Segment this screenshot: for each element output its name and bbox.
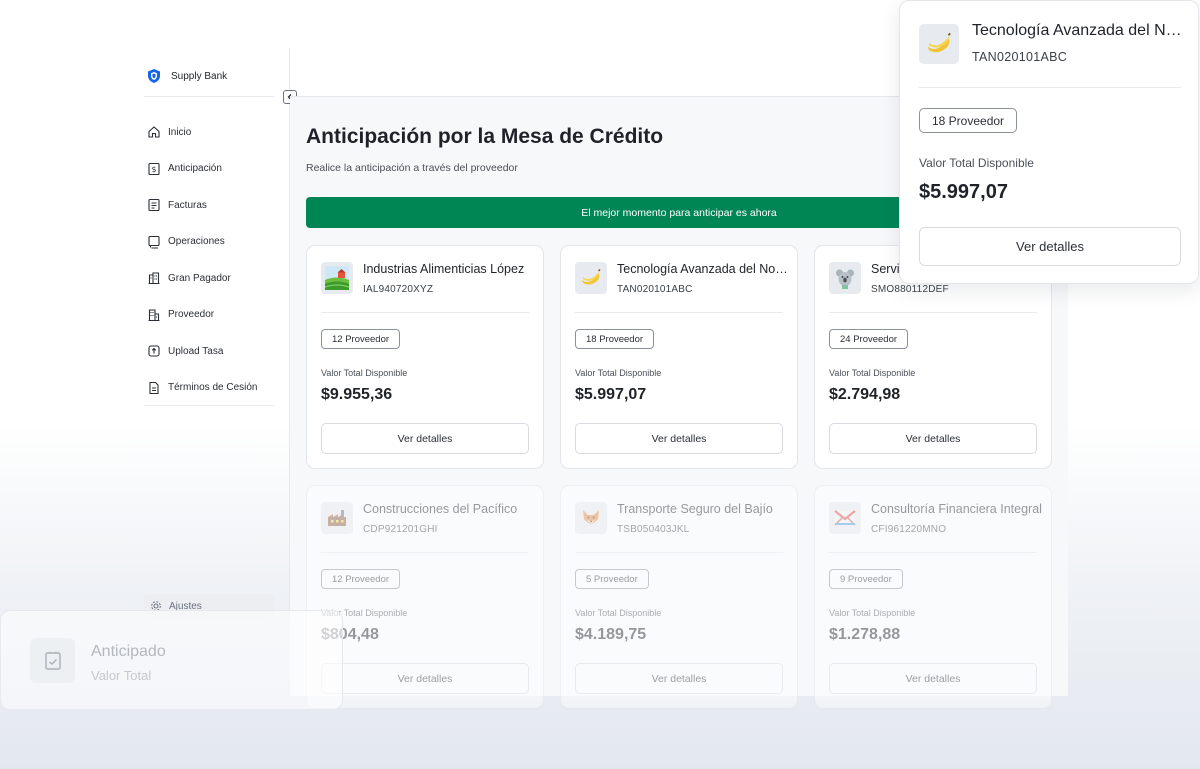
supplier-card[interactable]: Tecnología Avanzada del Norte TAN020101A…	[560, 245, 798, 469]
building-icon	[147, 271, 161, 285]
sidebar-item-anticipacion[interactable]: $ Anticipación	[147, 151, 277, 188]
card-divider	[321, 552, 529, 553]
sidebar-item-gran-pagador[interactable]: Gran Pagador	[147, 260, 277, 297]
sidebar-item-inicio[interactable]: Inicio	[147, 114, 277, 151]
popover-supplier-code: TAN020101ABC	[972, 50, 1068, 64]
banana-icon	[919, 24, 959, 64]
sidebar-item-label: Inicio	[168, 126, 192, 138]
sidebar-divider	[144, 405, 274, 406]
sidebar-item-label: Facturas	[168, 199, 207, 211]
dollar-document-icon: $	[147, 162, 161, 176]
supplier-count-badge: 12 Proveedor	[321, 329, 401, 349]
card-supplier-name: Transporte Seguro del Bajío	[617, 502, 773, 516]
supplier-count-badge: 12 Proveedor	[321, 569, 401, 589]
card-total-value: $9.955,36	[321, 386, 393, 403]
sidebar-item-label: Gran Pagador	[168, 272, 231, 284]
supplier-count-badge: 5 Proveedor	[575, 569, 649, 589]
sidebar: Supply Bank Inicio $ Anticipación Factur…	[144, 48, 290, 628]
card-supplier-code: CFI961220MNO	[871, 524, 947, 535]
supplier-card[interactable]: Industrias Alimenticias López IAL940720X…	[306, 245, 544, 469]
summary-title: Anticipado	[91, 643, 166, 660]
card-supplier-code: TSB050403JKL	[617, 524, 690, 535]
card-divider	[829, 312, 1037, 313]
card-value-label: Valor Total Disponible	[575, 608, 662, 618]
supplier-count-badge: 9 Proveedor	[829, 569, 903, 589]
sidebar-item-facturas[interactable]: Facturas	[147, 187, 277, 224]
operations-icon	[147, 235, 161, 249]
farm-icon	[321, 262, 353, 294]
view-details-button[interactable]: Ver detalles	[321, 423, 529, 454]
card-total-value: $5.997,07	[575, 386, 647, 403]
card-value-label: Valor Total Disponible	[829, 608, 916, 618]
card-supplier-code: IAL940720XYZ	[363, 284, 434, 295]
card-value-label: Valor Total Disponible	[575, 368, 662, 378]
card-total-value: $4.189,75	[575, 626, 647, 643]
popover-supplier-name: Tecnología Avanzada del Norte	[972, 22, 1182, 39]
card-supplier-name: Industrias Alimenticias López	[363, 262, 525, 276]
popover-divider	[919, 87, 1181, 88]
sidebar-item-label: Términos de Cesión	[168, 382, 258, 394]
card-supplier-name: Tecnología Avanzada del Norte	[617, 262, 789, 276]
anticipated-summary-card: Anticipado Valor Total	[0, 610, 343, 710]
card-divider	[575, 312, 783, 313]
invoice-icon	[147, 198, 161, 212]
sidebar-item-operaciones[interactable]: Operaciones	[147, 224, 277, 261]
card-divider	[321, 312, 529, 313]
card-supplier-code: TAN020101ABC	[617, 284, 693, 295]
home-icon	[147, 125, 161, 139]
envelope-icon	[829, 502, 861, 534]
supplier-card[interactable]: Transporte Seguro del Bajío TSB050403JKL…	[560, 485, 798, 709]
shield-logo-icon	[148, 69, 160, 83]
supplier-count-badge: 24 Proveedor	[829, 329, 909, 349]
svg-text:$: $	[152, 165, 157, 174]
popover-view-details-button[interactable]: Ver detalles	[919, 227, 1181, 266]
card-value-label: Valor Total Disponible	[829, 368, 916, 378]
fox-icon	[575, 502, 607, 534]
summary-subtitle: Valor Total	[91, 668, 152, 683]
card-total-value: $1.278,88	[829, 626, 901, 643]
sidebar-item-upload-tasa[interactable]: Upload Tasa	[147, 333, 277, 370]
upload-rate-icon	[147, 344, 161, 358]
card-value-label: Valor Total Disponible	[321, 368, 408, 378]
popover-value-label: Valor Total Disponible	[919, 156, 1034, 170]
sidebar-item-label: Proveedor	[168, 309, 215, 321]
popover-supplier-count-badge: 18 Proveedor	[919, 108, 1018, 133]
card-divider	[575, 552, 783, 553]
supplier-card[interactable]: Consultoría Financiera Integral CFI96122…	[814, 485, 1052, 709]
card-total-value: $2.794,98	[829, 386, 901, 403]
supplier-building-icon	[147, 308, 161, 322]
terms-document-icon	[147, 381, 161, 395]
card-supplier-name: Consultoría Financiera Integral	[871, 502, 1042, 516]
supplier-detail-popover[interactable]: Tecnología Avanzada del Norte TAN020101A…	[899, 0, 1199, 284]
banana-icon	[575, 262, 607, 294]
page-title: Anticipación por la Mesa de Crédito	[306, 125, 664, 148]
sidebar-item-terminos[interactable]: Términos de Cesión	[147, 370, 277, 407]
view-details-button[interactable]: Ver detalles	[575, 423, 783, 454]
card-supplier-code: SMO880112DEF	[871, 284, 949, 295]
sidebar-divider	[144, 96, 274, 97]
supplier-count-badge: 18 Proveedor	[575, 329, 655, 349]
card-supplier-name: Construcciones del Pacífico	[363, 502, 518, 516]
card-divider	[829, 552, 1037, 553]
brand[interactable]: Supply Bank	[146, 68, 227, 84]
sidebar-item-label: Operaciones	[168, 236, 225, 248]
page-subtitle: Realice la anticipación a través del pro…	[306, 162, 518, 174]
view-details-button[interactable]: Ver detalles	[575, 663, 783, 694]
popover-total-value: $5.997,07	[919, 181, 1008, 203]
card-supplier-code: CDP921201GHI	[363, 524, 438, 535]
factory-icon	[321, 502, 353, 534]
brand-name: Supply Bank	[171, 70, 228, 82]
view-details-button[interactable]: Ver detalles	[829, 663, 1037, 694]
sidebar-item-label: Upload Tasa	[168, 345, 224, 357]
sidebar-nav: Inicio $ Anticipación Facturas Operacion…	[147, 114, 277, 406]
koala-icon	[829, 262, 861, 294]
sidebar-item-label: Anticipación	[168, 163, 222, 175]
receipt-icon	[30, 638, 75, 683]
sidebar-item-proveedor[interactable]: Proveedor	[147, 297, 277, 334]
view-details-button[interactable]: Ver detalles	[321, 663, 529, 694]
view-details-button[interactable]: Ver detalles	[829, 423, 1037, 454]
